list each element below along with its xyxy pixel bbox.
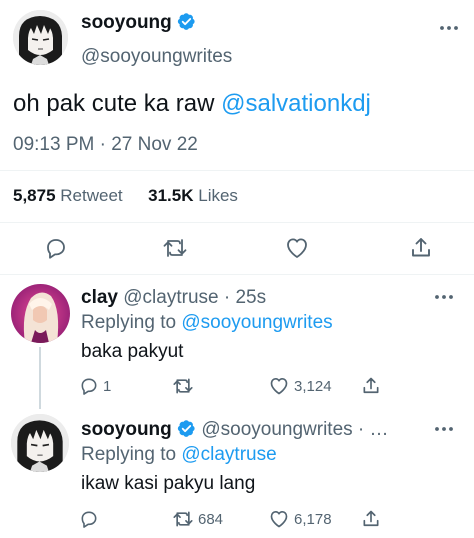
verified-badge-icon: [177, 13, 195, 30]
reply-count: 1: [103, 377, 112, 395]
retweet-button[interactable]: [162, 236, 188, 260]
share-icon: [363, 510, 379, 527]
mention-link[interactable]: @salvationkdj: [221, 90, 371, 117]
tweet-text-body: oh pak cute ka raw: [13, 90, 222, 117]
divider: [0, 222, 474, 223]
reply-text: ikaw kasi pakyu lang: [81, 473, 256, 494]
retweet-icon: [173, 378, 193, 394]
reply-button[interactable]: 1: [79, 376, 111, 396]
avatar[interactable]: [13, 10, 68, 65]
share-icon: [412, 238, 430, 257]
divider: [0, 170, 474, 171]
display-name[interactable]: clay: [81, 287, 118, 308]
avatar-illustration: [11, 414, 69, 472]
replying-to-label: Replying to: [81, 444, 182, 465]
share-button[interactable]: [361, 509, 381, 529]
replying-to: Replying to @claytruse: [81, 444, 277, 466]
replying-to-mention[interactable]: @sooyoungwrites: [181, 312, 332, 333]
like-icon: [270, 511, 288, 528]
thread-line: [39, 347, 41, 409]
like-count: 6,178: [294, 510, 332, 528]
like-label: Likes: [198, 186, 238, 205]
verified-badge-icon: [177, 420, 195, 437]
like-icon: [270, 378, 288, 395]
retweet-count: 684: [198, 510, 224, 528]
reply-header: clay @claytruse · 25s: [81, 287, 266, 309]
like-button[interactable]: [284, 236, 310, 260]
display-name[interactable]: sooyoung: [81, 419, 172, 440]
avatar[interactable]: [11, 414, 69, 472]
reply-text: baka pakyut: [81, 341, 184, 362]
reply-icon: [81, 378, 97, 395]
timestamp[interactable]: 09:13 PM · 27 Nov 22: [13, 134, 198, 156]
retweet-icon: [173, 511, 193, 527]
more-options-icon[interactable]: [438, 24, 460, 32]
avatar-photo: [11, 284, 70, 343]
handle[interactable]: @claytruse: [123, 287, 218, 308]
like-button[interactable]: 3,124: [268, 376, 332, 396]
reply-icon: [81, 511, 97, 528]
retweet-icon: [163, 239, 187, 257]
retweet-button[interactable]: [172, 376, 198, 396]
handle[interactable]: @sooyoungwrites: [81, 46, 232, 68]
tweet-stats: 5,875 Retweet 31.5K Likes: [13, 186, 238, 206]
replying-to: Replying to @sooyoungwrites: [81, 312, 333, 334]
reply-icon: [47, 239, 65, 259]
like-icon: [287, 238, 307, 258]
like-stat[interactable]: 31.5K Likes: [148, 186, 238, 205]
more-options-icon[interactable]: [433, 293, 455, 301]
share-button[interactable]: [409, 236, 433, 260]
share-icon: [363, 377, 379, 394]
retweet-button[interactable]: 684: [172, 509, 223, 529]
avatar-illustration: [13, 10, 68, 65]
handle[interactable]: @sooyoungwrites · …: [201, 419, 388, 440]
avatar[interactable]: [11, 284, 70, 343]
retweet-count: 5,875: [13, 186, 56, 205]
reply-button[interactable]: [44, 236, 68, 260]
more-options-icon[interactable]: [433, 425, 455, 433]
retweet-label: Retweet: [60, 186, 123, 205]
share-button[interactable]: [361, 376, 381, 396]
reply-button[interactable]: [79, 509, 103, 529]
replying-to-label: Replying to: [81, 312, 182, 333]
like-button[interactable]: 6,178: [268, 509, 332, 529]
tweet-text: oh pak cute ka raw @salvationkdj: [13, 90, 371, 118]
divider: [0, 274, 474, 275]
like-count: 31.5K: [148, 186, 194, 205]
like-count: 3,124: [294, 377, 332, 395]
retweet-stat[interactable]: 5,875 Retweet: [13, 186, 123, 205]
author-name-row: sooyoung: [81, 12, 196, 34]
reply-time[interactable]: · 25s: [224, 287, 266, 308]
replying-to-mention[interactable]: @claytruse: [181, 444, 276, 465]
display-name[interactable]: sooyoung: [81, 12, 172, 33]
reply-header: sooyoung @sooyoungwrites · …: [81, 419, 389, 441]
